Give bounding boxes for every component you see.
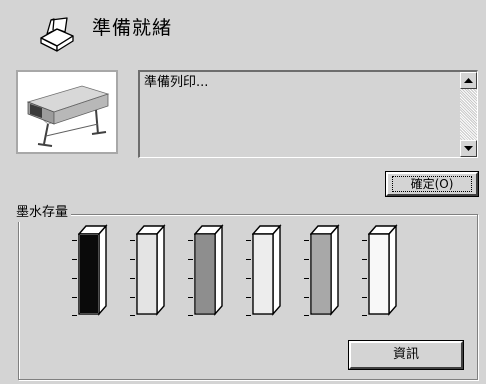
scroll-down-button[interactable] bbox=[460, 140, 477, 157]
printer-status-window: 準備就緒 準備列印... 確定(O) 墨水存量 資訊 bbox=[0, 0, 486, 384]
ok-button-label: 確定(O) bbox=[392, 176, 472, 192]
printer-status-icon bbox=[40, 17, 74, 52]
ink-cartridge-5 bbox=[310, 224, 340, 316]
ink-level-fill bbox=[254, 235, 272, 313]
ink-cartridge-1 bbox=[78, 224, 108, 316]
status-title: 準備就緒 bbox=[92, 17, 173, 39]
ink-cartridge-2 bbox=[136, 224, 166, 316]
ink-level-fill bbox=[196, 235, 214, 313]
status-message: 準備列印... bbox=[144, 75, 209, 90]
ink-levels-label: 墨水存量 bbox=[13, 204, 72, 222]
printer-image bbox=[16, 70, 118, 154]
ink-level-fill bbox=[370, 235, 388, 313]
ink-cartridge-3 bbox=[194, 224, 224, 316]
ink-cartridge-4 bbox=[252, 224, 282, 316]
status-message-box[interactable]: 準備列印... bbox=[138, 70, 478, 158]
message-scrollbar[interactable] bbox=[460, 72, 477, 157]
scroll-up-button[interactable] bbox=[460, 72, 477, 89]
ok-button[interactable]: 確定(O) bbox=[385, 171, 479, 197]
info-button[interactable]: 資訊 bbox=[348, 340, 464, 370]
ink-cartridge-6 bbox=[368, 224, 398, 316]
ink-level-fill bbox=[312, 235, 330, 313]
arrow-down-icon bbox=[464, 145, 473, 151]
ink-level-fill bbox=[138, 235, 156, 313]
arrow-up-icon bbox=[464, 77, 473, 83]
ink-level-fill bbox=[80, 235, 98, 313]
